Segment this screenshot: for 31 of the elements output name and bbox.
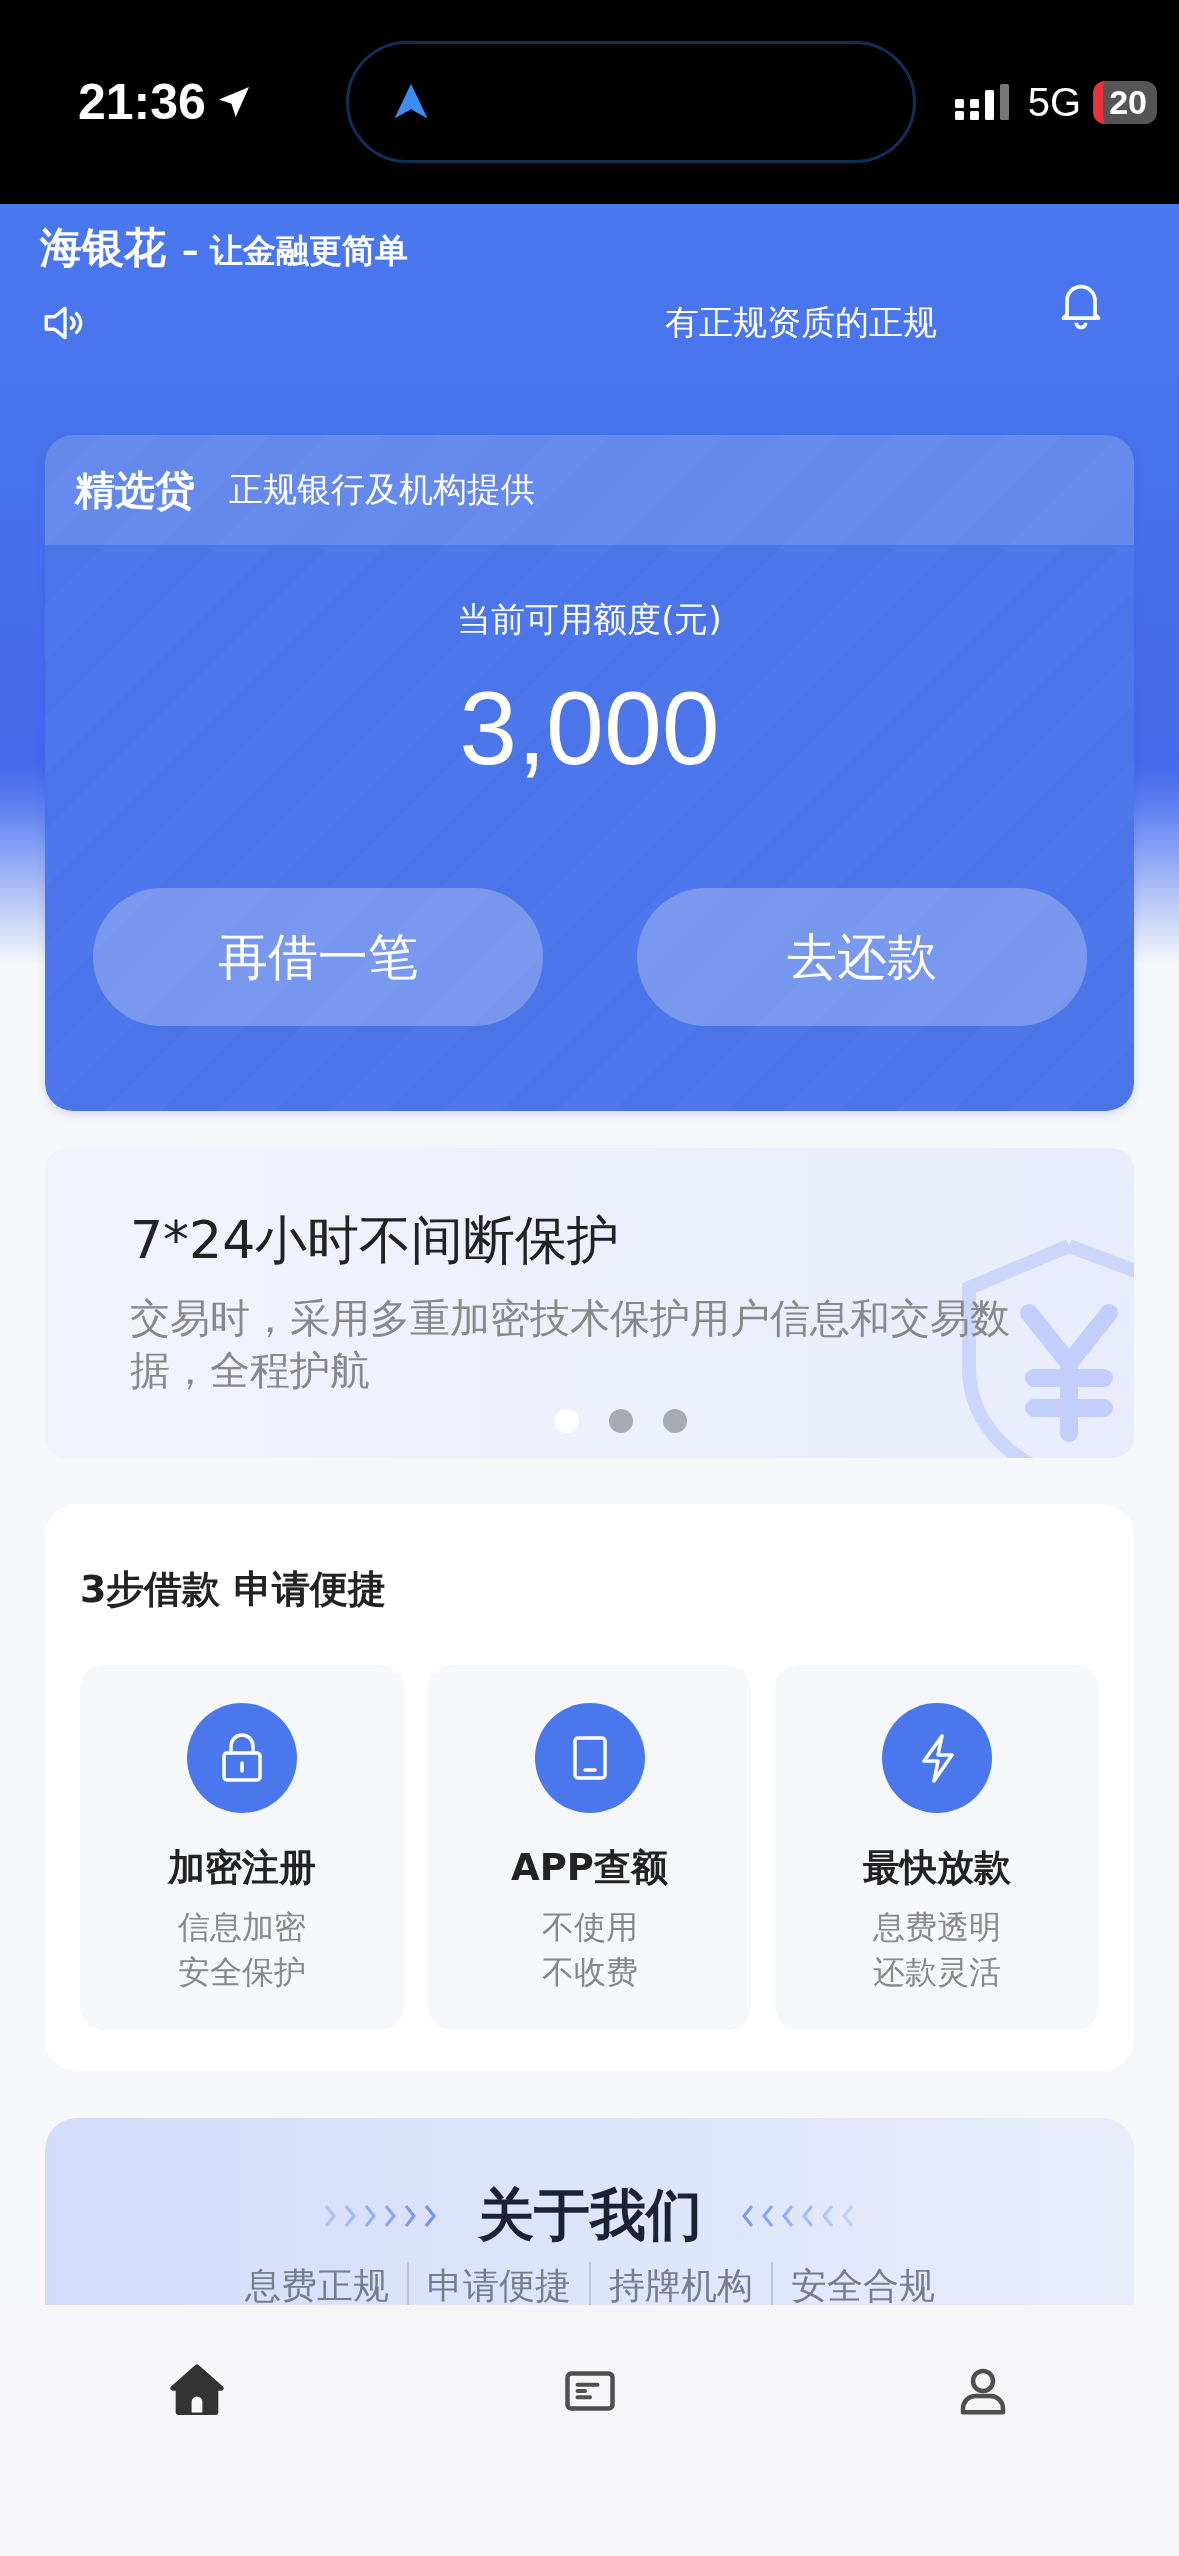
- app-name: 海银花: [40, 222, 166, 274]
- about-card[interactable]: 关于我们 息费正规 申请便捷 持牌机构 安全合规: [45, 2118, 1134, 2305]
- step-description: 不收费: [541, 1951, 638, 1993]
- step-description: 不使用: [541, 1907, 638, 1948]
- banner-text: 交易时，采用多重加密技术保护用户信息和交易数据，全程护航: [130, 1294, 1011, 1395]
- battery-indicator: 20: [1093, 80, 1157, 124]
- banner-title: 7*24小时不间断保护: [130, 1209, 621, 1272]
- tablet-icon: [534, 1703, 645, 1813]
- product-subtitle: 正规银行及机构提供: [229, 468, 535, 511]
- notice-text: 有正规资质的正规: [665, 301, 937, 344]
- step-title: APP查额: [511, 1845, 668, 1891]
- step-description: 信息加密: [177, 1907, 306, 1948]
- amount-label: 当前可用额度(元): [457, 598, 722, 641]
- clock-time: 21:36: [78, 73, 206, 131]
- promo-banner[interactable]: 7*24小时不间断保护 交易时，采用多重加密技术保护用户信息和交易数据，全程护航: [45, 1148, 1134, 1458]
- carousel-dot[interactable]: [609, 1409, 633, 1433]
- step-description: 息费透明: [873, 1907, 1002, 1948]
- lock-icon: [186, 1703, 297, 1813]
- step-description: 安全保护: [177, 1951, 306, 1993]
- network-label: 5G: [1027, 79, 1082, 125]
- section-title: 3步借款 申请便捷: [80, 1566, 387, 1613]
- carousel-dot[interactable]: [663, 1409, 687, 1433]
- product-title: 精选贷: [75, 465, 195, 515]
- step-description: 还款灵活: [873, 1951, 1002, 1993]
- slogan: – 让金融更简单: [182, 230, 408, 272]
- lightning-icon: [882, 1703, 993, 1813]
- feature-tag: 息费正规: [226, 2262, 407, 2305]
- amount-value: 3,000: [459, 669, 720, 788]
- step-title: 最快放款: [863, 1845, 1012, 1891]
- about-title: 关于我们: [477, 2181, 702, 2249]
- step-title: 加密注册: [167, 1845, 316, 1891]
